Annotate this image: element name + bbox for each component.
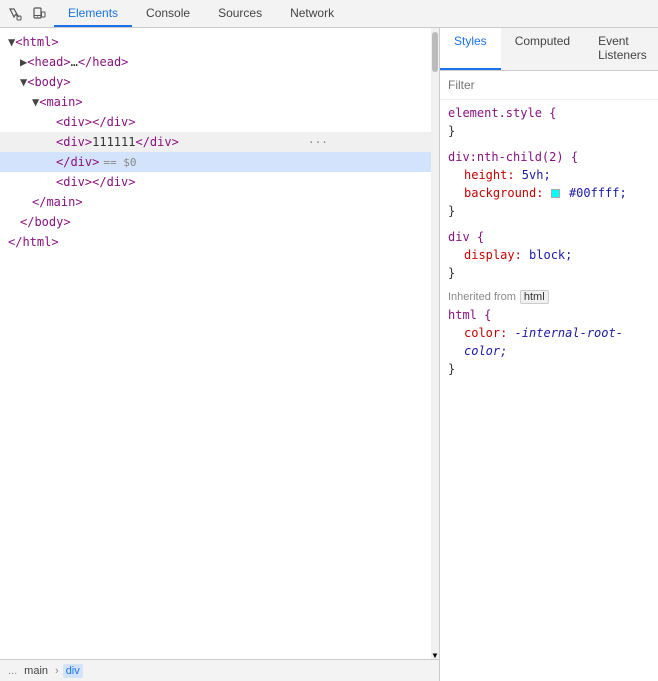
inspect-icon[interactable] <box>4 3 26 25</box>
main-tabs: Elements Console Sources Network <box>54 0 658 27</box>
prop-background[interactable]: background: #00ffff; <box>448 184 650 202</box>
selector-div[interactable]: div { <box>448 230 484 244</box>
dom-line-main[interactable]: ▼ <main> <box>0 92 431 112</box>
subtab-styles[interactable]: Styles <box>440 28 501 70</box>
subtab-computed[interactable]: Computed <box>501 28 584 70</box>
tab-console[interactable]: Console <box>132 0 204 27</box>
selector-nth-child[interactable]: div:nth-child(2) { <box>448 150 578 164</box>
prop-height[interactable]: height: 5vh; <box>448 166 650 184</box>
dom-line-body[interactable]: ▼ <body> <box>0 72 431 92</box>
styles-subtabs: Styles Computed Event Listeners <box>440 28 658 71</box>
scroll-thumb[interactable] <box>432 32 438 72</box>
filter-input[interactable] <box>448 75 650 95</box>
dom-line-div2[interactable]: ··· <div> 111111 </div> <box>0 132 431 152</box>
close-div: } <box>448 264 650 282</box>
dom-line-body-close[interactable]: </body> <box>0 212 431 232</box>
dom-line-div4[interactable]: <div></div> <box>0 172 431 192</box>
breadcrumb-dots: ... <box>8 665 17 677</box>
tab-network[interactable]: Network <box>276 0 348 27</box>
css-rule-div: div { display: block; } <box>448 228 650 282</box>
dom-line-html[interactable]: ▼ <html> <box>0 32 431 52</box>
dom-line-div3[interactable]: </div> == $0 <box>0 152 431 172</box>
color-swatch-cyan[interactable] <box>551 189 560 198</box>
breadcrumb-main[interactable]: main <box>21 664 51 678</box>
styles-filter <box>440 71 658 100</box>
breadcrumb-div[interactable]: div <box>63 664 83 678</box>
inherited-tag-html[interactable]: html <box>520 290 549 304</box>
toolbar-icons <box>0 3 54 25</box>
devtools-toolbar: Elements Console Sources Network <box>0 0 658 28</box>
dom-line-head[interactable]: ▶ <head> … </head> <box>0 52 431 72</box>
styles-panel: Styles Computed Event Listeners element.… <box>440 28 658 681</box>
dom-line-main-close[interactable]: </main> <box>0 192 431 212</box>
css-rule-nth-child: div:nth-child(2) { height: 5vh; backgrou… <box>448 148 650 220</box>
selector-html[interactable]: html { <box>448 308 491 322</box>
device-icon[interactable] <box>28 3 50 25</box>
selector-element-style[interactable]: element.style { <box>448 106 556 120</box>
inherited-label: Inherited from html <box>448 290 650 304</box>
dom-panel: ▼ <html> ▶ <head> … </head> ▼ <body> <box>0 28 440 681</box>
main-layout: ▼ <html> ▶ <head> … </head> ▼ <body> <box>0 28 658 681</box>
close-nth-child: } <box>448 202 650 220</box>
css-rule-html: html { color: -internal-root-color; } <box>448 306 650 378</box>
subtab-event-listeners[interactable]: Event Listeners <box>584 28 658 70</box>
dom-bottom-bar: ... main › div <box>0 659 439 681</box>
dom-line-html-close[interactable]: </html> <box>0 232 431 252</box>
dom-panel-inner: ▼ <html> ▶ <head> … </head> ▼ <body> <box>0 28 439 659</box>
close-element-style: } <box>448 122 650 140</box>
prop-display[interactable]: display: block; <box>448 246 650 264</box>
prop-color[interactable]: color: -internal-root-color; <box>448 324 650 360</box>
css-rule-element-style: element.style { } <box>448 104 650 140</box>
dom-tree[interactable]: ▼ <html> ▶ <head> … </head> ▼ <body> <box>0 28 431 659</box>
tab-sources[interactable]: Sources <box>204 0 276 27</box>
dom-scrollbar[interactable]: ▾ <box>431 28 439 659</box>
dom-line-div1[interactable]: <div></div> <box>0 112 431 132</box>
scroll-down-arrow[interactable]: ▾ <box>431 651 439 659</box>
css-rules-content: element.style { } div:nth-child(2) { hei… <box>440 100 658 681</box>
close-html: } <box>448 360 650 378</box>
tab-elements[interactable]: Elements <box>54 0 132 27</box>
